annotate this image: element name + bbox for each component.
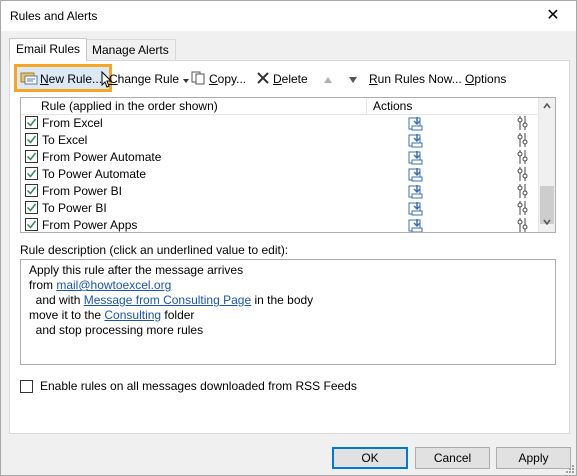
change-rule-button[interactable]: Change Rule xyxy=(109,71,190,87)
down-arrow-icon xyxy=(348,72,358,88)
rule-name: From Excel xyxy=(42,116,103,130)
window-title: Rules and Alerts xyxy=(10,9,98,23)
rule-row[interactable]: To Excel xyxy=(21,132,538,149)
rss-checkbox-label[interactable]: Enable rules on all messages downloaded … xyxy=(40,379,357,393)
target-folder-link[interactable]: Consulting xyxy=(104,308,161,322)
run-rules-now-button[interactable]: Run Rules Now... xyxy=(369,71,462,87)
rule-name: To Power Automate xyxy=(42,167,147,181)
title-bar: Rules and Alerts ✕ xyxy=(1,1,576,31)
tab-email-rules[interactable]: Email Rules xyxy=(9,38,88,61)
rule-checkbox[interactable] xyxy=(25,184,38,197)
resize-grip-icon[interactable] xyxy=(564,463,574,473)
rule-checkbox[interactable] xyxy=(25,167,38,180)
dropdown-arrow-icon xyxy=(182,72,190,88)
rule-checkbox[interactable] xyxy=(25,218,38,231)
column-header-rule[interactable]: Rule (applied in the order shown) xyxy=(41,99,218,113)
scroll-up-icon[interactable] xyxy=(543,102,551,110)
rules-list-scrollbar[interactable] xyxy=(538,98,555,232)
cancel-button[interactable]: Cancel xyxy=(415,447,490,469)
description-line-1: Apply this rule after the message arrive… xyxy=(29,263,244,277)
rule-row[interactable]: To Power BI xyxy=(21,200,538,217)
rule-name: From Power BI xyxy=(42,184,123,198)
move-up-button[interactable] xyxy=(323,71,333,87)
copy-rule-button[interactable]: Copy... xyxy=(191,71,246,87)
rule-row[interactable]: From Power BI xyxy=(21,183,538,200)
rules-list[interactable]: Rule (applied in the order shown) Action… xyxy=(20,97,556,233)
move-down-button[interactable] xyxy=(348,71,358,87)
move-to-folder-icon xyxy=(408,218,424,232)
rule-checkbox[interactable] xyxy=(25,201,38,214)
ok-button[interactable]: OK xyxy=(332,447,408,469)
column-header-actions[interactable]: Actions xyxy=(373,99,412,113)
rule-name: From Power Automate xyxy=(42,150,162,164)
dialog-footer: OK Cancel Apply xyxy=(1,441,576,475)
rules-and-alerts-dialog: Rules and Alerts ✕ Email Rules Manage Al… xyxy=(0,0,577,476)
close-icon[interactable]: ✕ xyxy=(530,1,576,31)
copy-icon xyxy=(191,71,207,89)
column-divider xyxy=(366,98,367,114)
rule-checkbox[interactable] xyxy=(25,116,38,129)
delete-x-icon xyxy=(256,72,270,88)
rule-row[interactable]: To Power Automate xyxy=(21,166,538,183)
options-button[interactable]: Options xyxy=(465,71,506,87)
rules-toolbar: New Rule... Change Rule Copy... Delete R… xyxy=(10,61,569,97)
delete-rule-button[interactable]: Delete xyxy=(256,71,308,87)
scroll-down-icon[interactable] xyxy=(543,218,551,226)
rule-checkbox[interactable] xyxy=(25,133,38,146)
rule-description-box: Apply this rule after the message arrive… xyxy=(20,259,556,365)
new-rule-button[interactable]: New Rule... xyxy=(20,71,102,87)
description-line-2: from mail@howtoexcel.org xyxy=(29,278,172,292)
email-rules-panel: New Rule... Change Rule Copy... Delete R… xyxy=(9,60,570,434)
rule-row[interactable]: From Power Automate xyxy=(21,149,538,166)
rule-name: From Power Apps xyxy=(42,218,138,232)
rules-list-header: Rule (applied in the order shown) Action… xyxy=(21,98,538,115)
rule-row[interactable]: From Power Apps xyxy=(21,217,538,232)
rule-name: To Excel xyxy=(42,133,88,147)
description-line-3: and with Message from Consulting Page in… xyxy=(29,293,314,307)
rule-row[interactable]: From Excel xyxy=(21,115,538,132)
new-rule-icon xyxy=(20,71,38,89)
tab-manage-alerts[interactable]: Manage Alerts xyxy=(85,39,176,60)
description-line-5: and stop processing more rules xyxy=(29,323,204,337)
rule-checkbox[interactable] xyxy=(25,150,38,163)
rule-name: To Power BI xyxy=(42,201,107,215)
description-line-4: move it to the Consulting folder xyxy=(29,308,195,322)
rule-settings-icon[interactable] xyxy=(517,217,529,232)
rule-description-label: Rule description (click an underlined va… xyxy=(20,243,289,257)
rss-checkbox[interactable] xyxy=(20,380,33,393)
up-arrow-icon xyxy=(323,72,333,88)
sender-address-link[interactable]: mail@howtoexcel.org xyxy=(56,278,171,292)
body-text-link[interactable]: Message from Consulting Page xyxy=(84,293,251,307)
apply-button[interactable]: Apply xyxy=(496,447,571,469)
